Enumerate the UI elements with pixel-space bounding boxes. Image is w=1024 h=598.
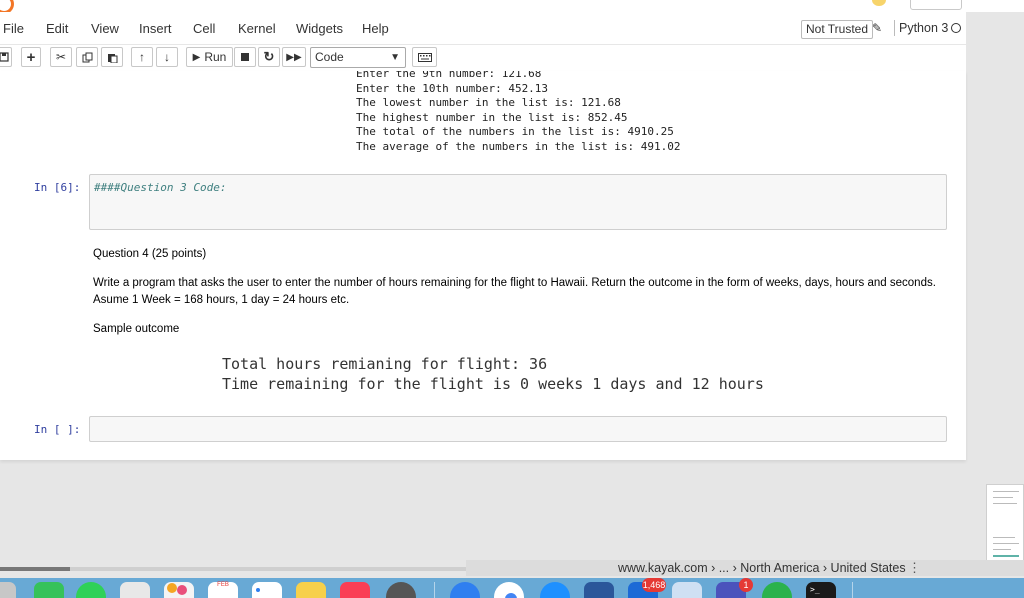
output-line: Enter the 9th number: 121.68 bbox=[356, 71, 542, 80]
kernel-idle-indicator-icon bbox=[951, 23, 961, 33]
music-icon[interactable] bbox=[340, 582, 370, 598]
menu-insert[interactable]: Insert bbox=[139, 21, 172, 36]
restart-icon: ↻ bbox=[263, 49, 275, 64]
run-icon: ▶ bbox=[192, 51, 201, 63]
sample-label: Sample outcome bbox=[93, 323, 180, 335]
sample-line: Time remaining for the flight is 0 weeks… bbox=[222, 375, 764, 393]
restart-run-all-button[interactable]: ▶▶ bbox=[282, 47, 306, 67]
chevron-down-icon: ▼ bbox=[390, 52, 400, 63]
keyboard-icon bbox=[417, 52, 432, 62]
paste-button[interactable] bbox=[101, 47, 123, 67]
insert-cell-button[interactable]: + bbox=[21, 47, 41, 67]
menu-edit[interactable]: Edit bbox=[46, 21, 68, 36]
notes-icon[interactable] bbox=[296, 582, 326, 598]
cell-output: Enter the 9th number: 121.68 Enter the 10… bbox=[356, 71, 681, 155]
dock-divider bbox=[852, 582, 853, 598]
move-down-button[interactable]: ↓ bbox=[156, 47, 178, 67]
dock-divider bbox=[434, 582, 435, 598]
restart-button[interactable]: ↻ bbox=[258, 47, 280, 67]
run-label: Run bbox=[204, 50, 227, 64]
spinner-app-icon[interactable] bbox=[762, 582, 792, 598]
output-line: The lowest number in the list is: 121.68 bbox=[356, 96, 621, 110]
plus-icon: + bbox=[26, 48, 36, 66]
reminders-icon[interactable] bbox=[252, 582, 282, 598]
empty-code-cell[interactable] bbox=[89, 416, 947, 442]
output-line: The total of the numbers in the list is:… bbox=[356, 125, 674, 139]
mail-badge: 1,468 bbox=[642, 578, 666, 592]
arrow-down-icon: ↓ bbox=[164, 50, 170, 64]
save-icon bbox=[0, 52, 9, 62]
interrupt-button[interactable] bbox=[234, 47, 256, 67]
dock: FEB >_ bbox=[0, 578, 1024, 598]
arrow-up-icon: ↑ bbox=[139, 50, 145, 64]
word-icon[interactable] bbox=[584, 582, 614, 598]
maps-icon[interactable] bbox=[120, 582, 150, 598]
facetime-icon[interactable] bbox=[34, 582, 64, 598]
menu-help[interactable]: Help bbox=[362, 21, 389, 36]
teams-badge: 1 bbox=[739, 578, 753, 592]
terminal-icon[interactable]: >_ bbox=[806, 582, 836, 598]
menu-widgets[interactable]: Widgets bbox=[296, 21, 343, 36]
chrome-icon[interactable] bbox=[494, 582, 524, 598]
menu-file[interactable]: File bbox=[3, 21, 24, 36]
menu-kernel[interactable]: Kernel bbox=[238, 21, 276, 36]
command-palette-button[interactable] bbox=[412, 47, 437, 67]
app-store-icon[interactable] bbox=[386, 582, 416, 598]
notebook-container: Enter the 9th number: 121.68 Enter the 10… bbox=[0, 71, 966, 460]
menubar: File Edit View Insert Cell Kernel Widget… bbox=[0, 12, 966, 45]
output-line: The average of the numbers in the list i… bbox=[356, 139, 681, 153]
preview-icon[interactable] bbox=[672, 582, 702, 598]
copy-icon bbox=[82, 52, 92, 62]
logout-button[interactable] bbox=[910, 0, 962, 10]
save-button[interactable] bbox=[0, 47, 12, 67]
cell-prompt: In [ ]: bbox=[34, 423, 81, 436]
trust-status-button[interactable]: Not Trusted bbox=[801, 20, 874, 39]
photos-icon[interactable] bbox=[164, 582, 194, 598]
safari-icon[interactable] bbox=[540, 582, 570, 598]
bluetooth-icon[interactable] bbox=[450, 582, 480, 598]
cell-prompt: In [6]: bbox=[34, 181, 81, 194]
finder-icon[interactable] bbox=[0, 582, 16, 598]
kernel-name: Python 3 bbox=[894, 20, 948, 36]
window-thumbnail[interactable] bbox=[986, 484, 1024, 561]
sample-line: Total hours remianing for flight: 36 bbox=[222, 355, 548, 373]
title-strip bbox=[0, 0, 1024, 12]
messages-icon[interactable] bbox=[76, 582, 106, 598]
more-options-icon[interactable]: ⋮ bbox=[908, 560, 921, 576]
fast-forward-icon: ▶▶ bbox=[286, 51, 302, 63]
edit-pencil-icon[interactable]: ✎ bbox=[872, 21, 882, 35]
menu-view[interactable]: View bbox=[91, 21, 119, 36]
calendar-month: FEB bbox=[217, 582, 229, 588]
code-cell[interactable]: ####Question 3 Code: bbox=[89, 174, 947, 230]
jupyter-logo-icon bbox=[0, 0, 14, 12]
cell-type-select[interactable]: Code ▼ bbox=[310, 47, 406, 68]
move-up-button[interactable]: ↑ bbox=[131, 47, 153, 67]
stop-icon bbox=[241, 53, 249, 61]
markdown-heading: Question 4 (25 points) bbox=[93, 248, 207, 260]
weather-icon bbox=[872, 0, 886, 6]
cut-icon: ✂ bbox=[55, 50, 67, 64]
paste-icon bbox=[107, 53, 117, 63]
toolbar: + ✂ ↑ ↓ ▶ Run ↻ ▶▶ Code ▼ bbox=[0, 45, 966, 71]
scrollbar-thumb[interactable] bbox=[0, 567, 70, 571]
copy-button[interactable] bbox=[76, 47, 98, 67]
menu-cell[interactable]: Cell bbox=[193, 21, 215, 36]
code-comment: ####Question 3 Code: bbox=[94, 181, 227, 194]
cut-button[interactable]: ✂ bbox=[50, 47, 72, 67]
calendar-icon[interactable]: FEB bbox=[208, 582, 238, 598]
cell-type-value: Code bbox=[315, 50, 344, 64]
url-breadcrumb[interactable]: www.kayak.com › ... › North America › Un… bbox=[618, 561, 906, 575]
output-line: The highest number in the list is: 852.4… bbox=[356, 110, 628, 124]
output-line: Enter the 10th number: 452.13 bbox=[356, 81, 549, 95]
markdown-paragraph: Write a program that asks the user to en… bbox=[93, 277, 936, 306]
run-button[interactable]: ▶ Run bbox=[186, 47, 233, 67]
sample-output: Total hours remianing for flight: 36 Time… bbox=[222, 354, 764, 394]
